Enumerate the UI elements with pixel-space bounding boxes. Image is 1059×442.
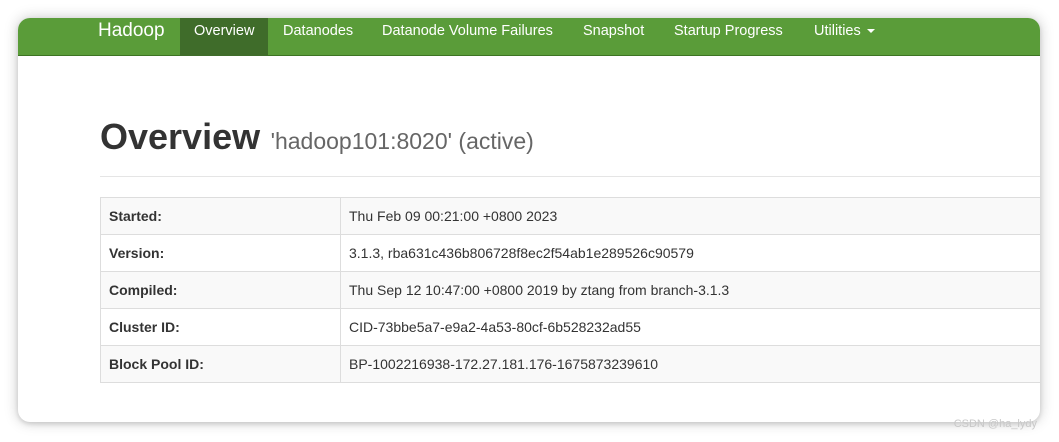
row-value: BP-1002216938-172.27.181.176-16758732396… — [340, 345, 1040, 383]
caret-down-icon — [866, 29, 875, 34]
page-title: Overview — [100, 116, 261, 157]
nav-overview[interactable]: Overview — [180, 18, 269, 56]
row-value: CID-73bbe5a7-e9a2-4a53-80cf-6b528232ad55 — [340, 308, 1040, 346]
navbar: Hadoop Overview Datanodes Datanode Volum… — [18, 18, 1040, 56]
browser-window: Hadoop Overview Datanodes Datanode Volum… — [18, 18, 1040, 422]
row-key: Version: — [100, 234, 341, 272]
watermark: CSDN @ha_lydy — [953, 418, 1037, 430]
page-header: Overview 'hadoop101:8020' (active) — [100, 116, 534, 158]
row-key: Started: — [100, 197, 341, 235]
row-value: Thu Feb 09 00:21:00 +0800 2023 — [340, 197, 1040, 235]
nav-startup-progress[interactable]: Startup Progress — [674, 18, 783, 56]
nav-utilities[interactable]: Utilities — [814, 18, 875, 56]
brand-logo[interactable]: Hadoop — [98, 18, 165, 56]
table-row: Version: 3.1.3, rba631c436b806728f8ec2f5… — [100, 234, 1040, 272]
row-key: Block Pool ID: — [100, 345, 341, 383]
row-value: Thu Sep 12 10:47:00 +0800 2019 by ztang … — [340, 271, 1040, 309]
row-key: Cluster ID: — [100, 308, 341, 346]
row-value: 3.1.3, rba631c436b806728f8ec2f54ab1e2895… — [340, 234, 1040, 272]
nav-snapshot[interactable]: Snapshot — [583, 18, 644, 56]
table-row: Block Pool ID: BP-1002216938-172.27.181.… — [100, 345, 1040, 383]
table-row: Started: Thu Feb 09 00:21:00 +0800 2023 — [100, 197, 1040, 235]
nav-datanodes[interactable]: Datanodes — [283, 18, 353, 56]
overview-table: Started: Thu Feb 09 00:21:00 +0800 2023 … — [100, 197, 1040, 383]
header-divider — [100, 176, 1040, 177]
row-key: Compiled: — [100, 271, 341, 309]
nav-datanode-volume-failures[interactable]: Datanode Volume Failures — [382, 18, 553, 56]
page-subtitle: 'hadoop101:8020' (active) — [270, 128, 534, 154]
table-row: Compiled: Thu Sep 12 10:47:00 +0800 2019… — [100, 271, 1040, 309]
table-row: Cluster ID: CID-73bbe5a7-e9a2-4a53-80cf-… — [100, 308, 1040, 346]
nav-utilities-label: Utilities — [814, 23, 861, 39]
